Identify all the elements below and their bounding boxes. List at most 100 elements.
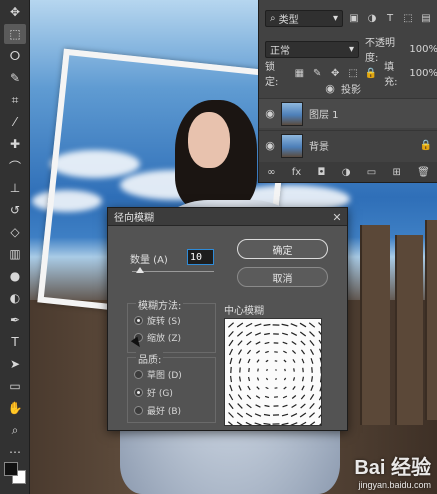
quality-option-best[interactable]: 最好 (B) xyxy=(134,404,181,417)
type-filter-icon[interactable]: T xyxy=(383,12,397,26)
quality-option-draft[interactable]: 草图 (D) xyxy=(134,368,182,381)
method-option-spin[interactable]: 旋转 (S) xyxy=(134,314,181,327)
blur-stroke xyxy=(257,368,259,372)
blur-stroke xyxy=(310,385,314,391)
close-icon[interactable]: ✕ xyxy=(331,211,343,224)
add-mask-icon[interactable]: ◘ xyxy=(318,167,326,178)
blend-mode-select[interactable]: 正常 ▾ xyxy=(265,40,360,58)
move-tool-icon[interactable]: ✥ xyxy=(4,2,26,22)
lock-icon: 🔒 xyxy=(419,140,432,151)
gradient-tool-icon[interactable]: ▥ xyxy=(4,244,26,264)
cancel-button[interactable]: 取消 xyxy=(237,267,328,287)
layer-kind-filter-label: 类型 xyxy=(278,15,299,26)
blur-stroke xyxy=(283,350,287,354)
clone-stamp-tool-icon[interactable]: ⊥ xyxy=(4,178,26,198)
foreground-color-swatch[interactable] xyxy=(4,462,18,476)
layer-visibility-eye-icon[interactable]: ◉ xyxy=(259,139,281,152)
delete-layer-icon[interactable]: 🗑 xyxy=(417,167,430,178)
blur-stroke xyxy=(245,412,253,418)
blur-stroke xyxy=(263,413,271,417)
blur-stroke xyxy=(301,385,305,391)
blur-stroke xyxy=(236,412,244,418)
quality-option-good[interactable]: 好 (G) xyxy=(134,386,173,399)
quick-select-tool-icon[interactable]: ✎ xyxy=(4,68,26,88)
adjustment-layer-icon[interactable]: ◑ xyxy=(342,167,351,178)
smart-object-filter-icon[interactable]: ▤ xyxy=(419,12,433,26)
path-select-tool-icon[interactable]: ➤ xyxy=(4,354,26,374)
blur-stroke xyxy=(228,331,234,337)
blur-stroke xyxy=(300,403,306,409)
eraser-tool-icon[interactable]: ◇ xyxy=(4,222,26,242)
dodge-tool-icon[interactable]: ◐ xyxy=(4,288,26,308)
blur-stroke xyxy=(309,339,315,347)
layer-kind-filter[interactable]: ⌕ 类型 ▾ xyxy=(265,10,343,27)
add-style-button[interactable]: fx xyxy=(292,167,301,178)
layer-name: 背景 xyxy=(309,142,329,153)
blur-stroke xyxy=(247,376,251,382)
marquee-tool-icon[interactable]: ⬚ xyxy=(4,24,26,44)
lock-transparency-icon[interactable]: ▦ xyxy=(292,66,306,80)
blur-stroke xyxy=(238,385,242,391)
blur-stroke xyxy=(255,404,261,408)
watermark: Bai 经验 jingyan.baidu.com xyxy=(354,451,431,490)
amount-slider-track[interactable] xyxy=(132,271,214,272)
new-group-icon[interactable]: ▭ xyxy=(367,167,376,178)
blur-tool-icon[interactable]: ● xyxy=(4,266,26,286)
new-layer-icon[interactable]: ⊞ xyxy=(392,167,400,178)
blur-stroke xyxy=(319,423,321,425)
zoom-tool-icon[interactable]: ⌕ xyxy=(4,420,26,440)
blur-stroke xyxy=(228,339,234,347)
blur-stroke xyxy=(227,322,235,328)
lock-all-icon[interactable]: 🔒 xyxy=(364,66,378,80)
layers-footer: ∞ fx ◘ ◑ ▭ ⊞ 🗑 xyxy=(259,162,437,182)
blur-stroke xyxy=(308,322,316,328)
brush-tool-icon[interactable]: ⌒ xyxy=(4,156,26,176)
blur-center-preview[interactable] xyxy=(224,318,322,426)
history-brush-tool-icon[interactable]: ↺ xyxy=(4,200,26,220)
crop-tool-icon[interactable]: ⌗ xyxy=(4,90,26,110)
layer-row[interactable]: ◉ 图层 1 xyxy=(259,98,437,128)
blur-stroke xyxy=(318,339,321,345)
layer-row[interactable]: ◉ 背景 🔒 xyxy=(259,130,437,160)
ok-button[interactable]: 确定 xyxy=(237,239,328,259)
pen-tool-icon[interactable]: ✒ xyxy=(4,310,26,330)
amount-label: 数量 (A) xyxy=(130,255,168,266)
hand-tool-icon[interactable]: ✋ xyxy=(4,398,26,418)
lock-position-icon[interactable]: ✥ xyxy=(328,66,342,80)
eyedropper-tool-icon[interactable]: ⁄ xyxy=(4,112,26,132)
layer-visibility-eye-icon[interactable]: ◉ xyxy=(259,107,281,120)
amount-slider-thumb[interactable] xyxy=(136,267,145,273)
more-tools-icon[interactable]: ⋯ xyxy=(4,442,26,462)
blur-stroke xyxy=(300,340,306,346)
opacity-field[interactable]: 100% xyxy=(409,44,437,55)
blur-stroke xyxy=(264,395,270,399)
type-tool-icon[interactable]: T xyxy=(4,332,26,352)
blur-stroke xyxy=(237,349,243,355)
dock-post xyxy=(425,220,437,420)
blur-stroke xyxy=(309,402,315,410)
lock-pixels-icon[interactable]: ✎ xyxy=(310,66,324,80)
healing-brush-tool-icon[interactable]: ✚ xyxy=(4,134,26,154)
adjustment-filter-icon[interactable]: ◑ xyxy=(365,12,379,26)
blur-stroke xyxy=(290,332,298,336)
pixel-filter-icon[interactable]: ▣ xyxy=(347,12,361,26)
shape-filter-icon[interactable]: ⬚ xyxy=(401,12,415,26)
effect-visibility-eye-icon[interactable]: ◉ xyxy=(319,82,341,95)
method-option-label: 旋转 (S) xyxy=(147,317,181,327)
link-layers-icon[interactable]: ∞ xyxy=(267,167,275,178)
amount-input[interactable] xyxy=(187,249,214,265)
rectangle-tool-icon[interactable]: ▭ xyxy=(4,376,26,396)
radio-selected-icon xyxy=(134,388,143,397)
lock-artboard-icon[interactable]: ⬚ xyxy=(346,66,360,80)
blur-stroke xyxy=(309,331,315,337)
blur-stroke xyxy=(237,394,243,400)
blur-stroke xyxy=(246,340,252,346)
layer-thumbnail xyxy=(281,101,303,126)
blur-stroke xyxy=(291,404,297,408)
fill-field[interactable]: 100% xyxy=(409,68,437,79)
dock-post xyxy=(395,235,423,425)
effect-drop-shadow[interactable]: 投影 xyxy=(341,81,361,96)
lasso-tool-icon[interactable]: ⵔ xyxy=(4,46,26,66)
blur-stroke xyxy=(292,386,296,390)
dialog-titlebar[interactable]: 径向模糊 xyxy=(108,208,347,226)
